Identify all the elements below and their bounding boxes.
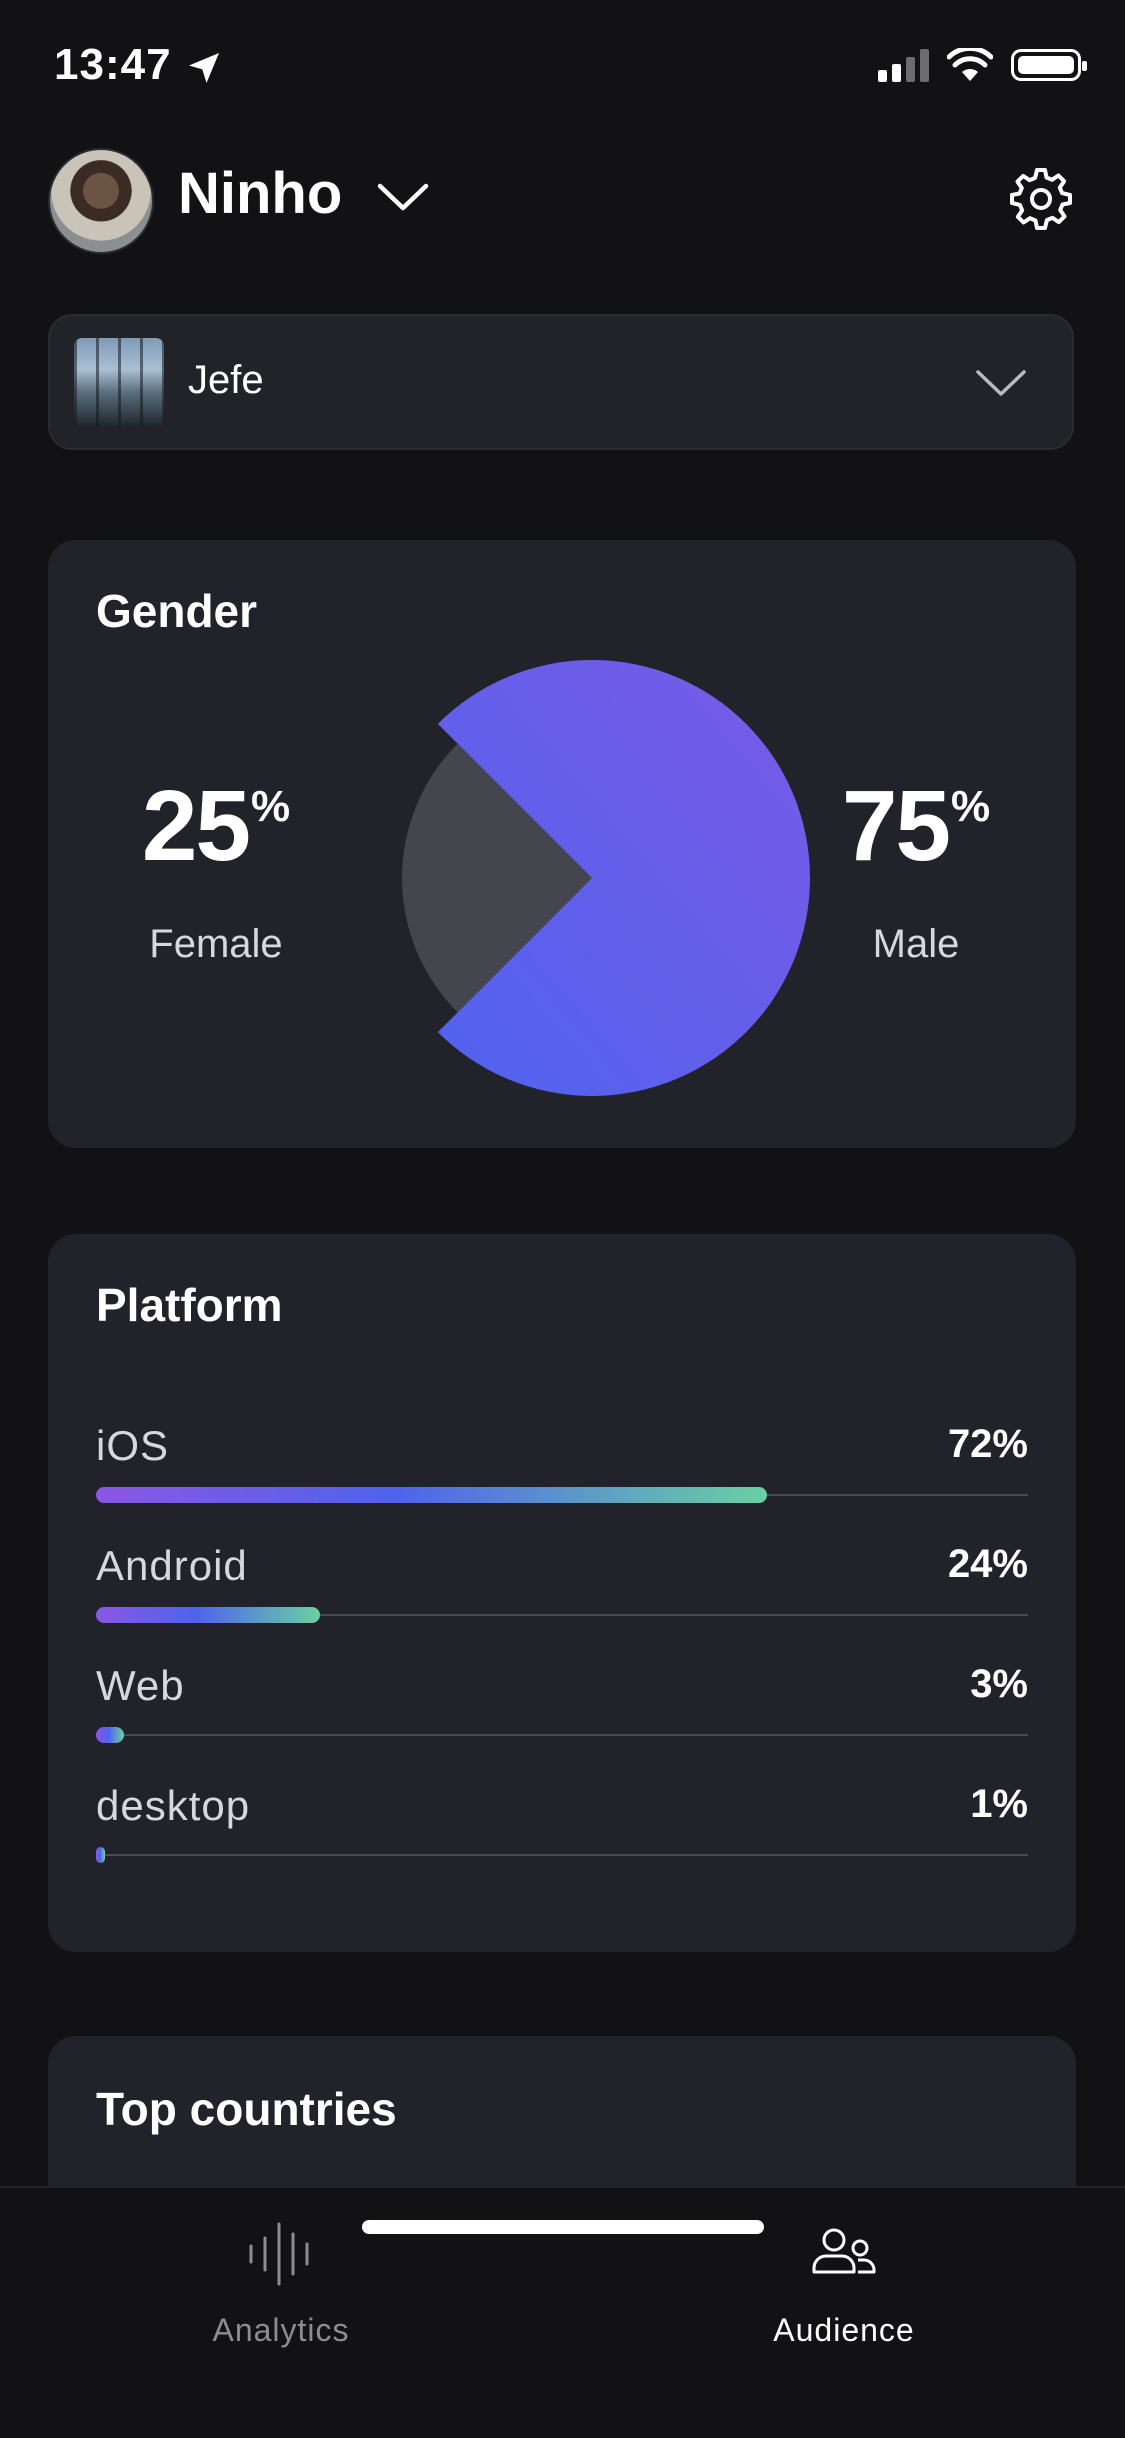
platform-value: 1% <box>970 1782 1028 1826</box>
female-percent-unit: % <box>251 782 291 831</box>
platform-card: Platform iOS 72% Android 24% Web 3% desk… <box>48 1234 1076 1952</box>
cellular-signal-icon <box>878 48 929 82</box>
tab-label: Audience <box>773 2312 915 2348</box>
platform-value: 24% <box>947 1542 1028 1586</box>
platform-value: 3% <box>970 1662 1028 1706</box>
male-stat: 75% Male <box>786 776 1046 967</box>
home-indicator <box>362 2220 764 2234</box>
battery-icon <box>1011 49 1087 81</box>
platform-bar-track <box>96 1847 1028 1863</box>
platform-label: Web <box>96 1662 185 1709</box>
release-title: Jefe <box>188 358 264 402</box>
female-percent: 25 <box>141 770 251 882</box>
waveform-icon <box>249 2222 309 2286</box>
tab-label: Analytics <box>212 2312 350 2348</box>
tab-audience[interactable]: Audience <box>694 2214 994 2349</box>
platform-label: Android <box>96 1542 248 1589</box>
gender-title: Gender <box>96 585 258 637</box>
male-percent-unit: % <box>951 782 991 831</box>
top-countries-title: Top countries <box>96 2083 397 2135</box>
platform-bar-fill <box>96 1727 124 1743</box>
wifi-icon <box>947 48 993 81</box>
user-name[interactable]: Ninho <box>178 160 342 227</box>
male-percent: 75 <box>841 770 951 882</box>
avatar[interactable] <box>48 148 154 254</box>
platform-bar-fill <box>96 1487 768 1503</box>
chevron-down-icon[interactable] <box>376 180 430 214</box>
platform-bar-fill <box>96 1847 106 1863</box>
platform-row-android: Android 24% <box>96 1542 1028 1642</box>
release-artwork <box>74 338 164 428</box>
chevron-down-icon <box>976 370 1026 396</box>
tab-analytics[interactable]: Analytics <box>131 2214 431 2349</box>
platform-bar-track <box>96 1607 1028 1623</box>
platform-bar-fill <box>96 1607 320 1623</box>
platform-label: desktop <box>96 1782 251 1829</box>
female-stat: 25% Female <box>86 776 346 967</box>
location-arrow-icon <box>189 53 219 83</box>
platform-label: iOS <box>96 1422 170 1469</box>
female-label: Female <box>149 922 283 966</box>
male-label: Male <box>872 922 960 966</box>
platform-row-desktop: desktop 1% <box>96 1782 1028 1882</box>
status-time: 13:47 <box>54 40 172 89</box>
platform-row-web: Web 3% <box>96 1662 1028 1762</box>
gear-icon[interactable] <box>1008 166 1074 232</box>
platform-row-ios: iOS 72% <box>96 1422 1028 1522</box>
platform-bar-track <box>96 1727 1028 1743</box>
gender-card: Gender 25% Female 75% Male <box>48 540 1076 1148</box>
release-selector[interactable]: Jefe <box>48 314 1074 450</box>
platform-value: 72% <box>947 1422 1028 1466</box>
tab-bar: Analytics Audience <box>0 2186 1125 2438</box>
people-icon <box>812 2228 876 2274</box>
platform-title: Platform <box>96 1279 283 1331</box>
platform-bar-track <box>96 1487 1028 1503</box>
status-indicators <box>878 48 1087 82</box>
gender-pie-chart <box>402 660 810 1096</box>
